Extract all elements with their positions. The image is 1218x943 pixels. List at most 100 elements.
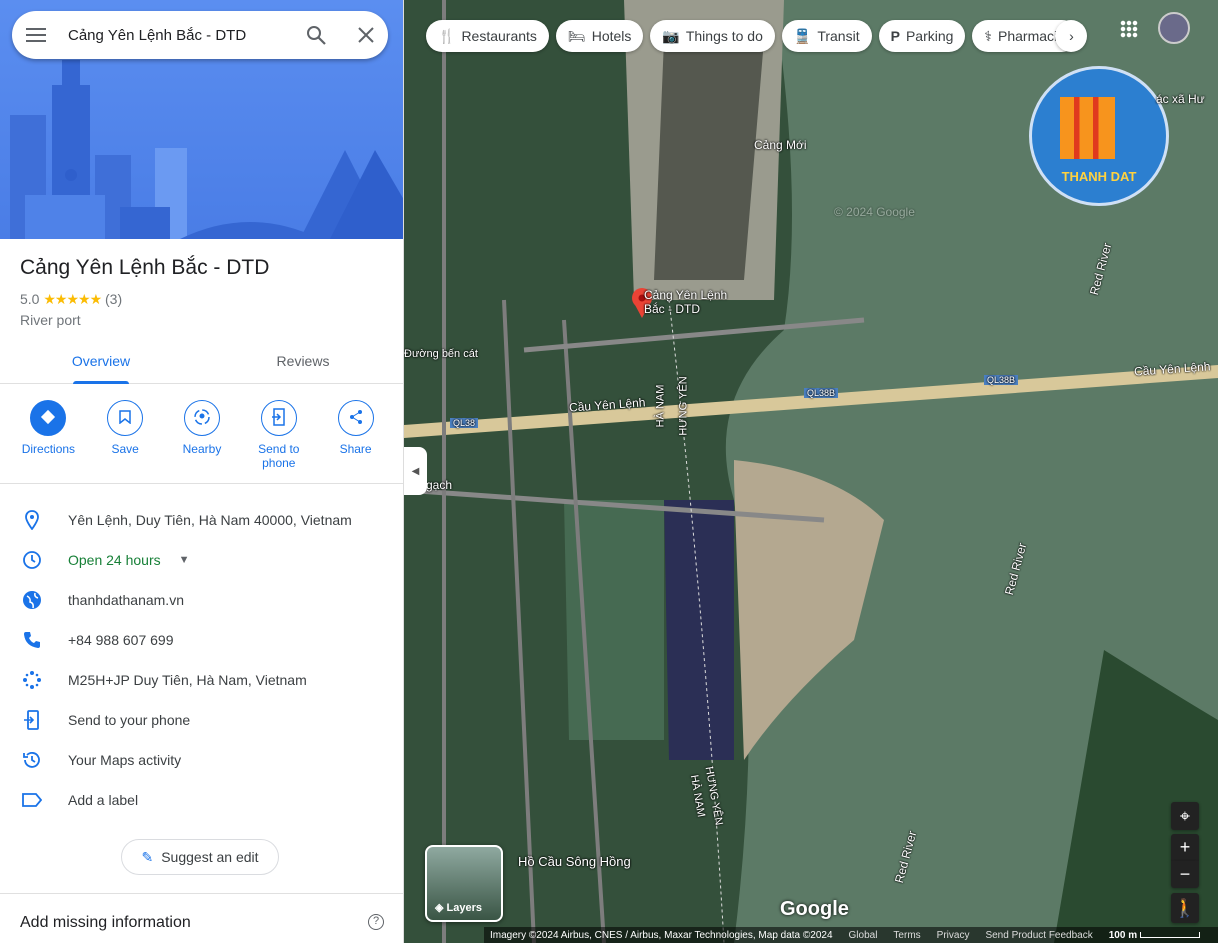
rating-row[interactable]: 5.0 ★★★★★ (3) — [20, 291, 122, 308]
send-to-phone-icon — [20, 710, 44, 730]
send-to-phone-button[interactable]: Send to phone — [244, 400, 314, 483]
category-chips: 🍴 Restaurants 🛏 Hotels 📷 Things to do 🚆 Tran… — [426, 20, 1088, 52]
pencil-icon: ✎ — [141, 848, 154, 865]
place-tabs: Overview Reviews — [0, 340, 403, 384]
layers-button[interactable]: ◈ Layers — [425, 845, 503, 922]
share-label: Share — [339, 442, 372, 456]
phone-icon — [20, 631, 44, 649]
website-link[interactable]: thanhdathanam.vn — [68, 592, 184, 608]
phone-text: +84 988 607 699 — [68, 632, 174, 648]
chip-label: Parking — [905, 28, 954, 44]
address-row[interactable]: Yên Lệnh, Duy Tiên, Hà Nam 40000, Vietna… — [0, 500, 403, 540]
map-label-xa: ác xã Hư — [1156, 92, 1205, 106]
search-input[interactable]: Cảng Yên Lệnh Bắc - DTD — [68, 27, 306, 44]
feedback-link[interactable]: Send Product Feedback — [985, 930, 1092, 941]
globe-icon — [20, 590, 44, 610]
action-buttons: Directions Save Nearby Send to phone Sha… — [0, 400, 403, 484]
send-phone-row[interactable]: Send to your phone — [0, 700, 403, 740]
map-label-ha-nam: HÀ NAM — [654, 384, 667, 428]
scale-bar[interactable]: 100 m — [1109, 930, 1200, 941]
place-label[interactable]: Cảng Yên Lệnh Bắc - DTD — [644, 288, 744, 316]
bookmark-icon — [119, 409, 131, 427]
hours-row[interactable]: Open 24 hours ▼ — [0, 540, 403, 580]
maps-activity-row[interactable]: Your Maps activity — [0, 740, 403, 780]
search-icon[interactable] — [306, 25, 326, 45]
search-box[interactable]: Cảng Yên Lệnh Bắc - DTD — [12, 11, 388, 59]
menu-icon[interactable] — [26, 27, 46, 43]
info-list: Yên Lệnh, Duy Tiên, Hà Nam 40000, Vietna… — [0, 500, 403, 820]
tab-reviews[interactable]: Reviews — [202, 340, 403, 383]
star-icons: ★★★★★ — [43, 291, 102, 307]
chip-label: Hotels — [591, 28, 632, 44]
nearby-button[interactable]: Nearby — [167, 400, 237, 483]
pegman-icon[interactable]: 🚶 — [1171, 893, 1199, 923]
map-label-hung-yen: HƯNG YÊN — [677, 376, 690, 436]
chip-parking[interactable]: P Parking — [878, 20, 966, 52]
scale-label: 100 m — [1108, 929, 1138, 941]
add-missing-info[interactable]: Add missing information? — [0, 893, 403, 943]
save-label: Save — [111, 442, 139, 456]
layers-label: Layers — [446, 902, 483, 914]
chevron-down-icon[interactable]: ▼ — [179, 554, 190, 566]
directions-icon — [40, 409, 56, 428]
pharmacy-icon: ⚕ — [984, 27, 992, 44]
my-location-button[interactable]: ⌖ — [1171, 802, 1199, 830]
directions-button[interactable]: Directions — [13, 400, 83, 483]
tab-overview[interactable]: Overview — [0, 340, 202, 384]
clock-icon — [20, 550, 44, 570]
plus-code-row[interactable]: M25H+JP Duy Tiên, Hà Nam, Vietnam — [0, 660, 403, 700]
parking-icon: P — [890, 28, 900, 44]
terms-link[interactable]: Terms — [893, 930, 920, 941]
help-icon[interactable]: ? — [368, 914, 384, 930]
directions-label: Directions — [21, 442, 76, 456]
map-label-lake[interactable]: Hồ Cầu Sông Hồng — [518, 854, 631, 869]
chip-things-to-do[interactable]: 📷 Things to do — [650, 20, 775, 52]
place-category[interactable]: River port — [20, 312, 81, 328]
zoom-out-button[interactable]: − — [1171, 861, 1199, 888]
map-label-road: Đường bến cát — [404, 348, 478, 360]
chip-label: Transit — [817, 28, 860, 44]
send-to-phone-label: Send to phone — [258, 442, 300, 470]
global-link[interactable]: Global — [849, 930, 878, 941]
apps-icon[interactable] — [1120, 20, 1138, 38]
add-label-text: Add a label — [68, 792, 139, 808]
layers-icon: ◈ — [435, 902, 444, 914]
map-canvas[interactable]: 🍴 Restaurants 🛏 Hotels 📷 Things to do 🚆 Tran… — [404, 0, 1218, 943]
avatar[interactable] — [1158, 12, 1190, 44]
google-logo: Google — [780, 898, 849, 920]
chip-label: Things to do — [685, 28, 763, 44]
chip-transit[interactable]: 🚆 Transit — [781, 20, 872, 52]
hotel-icon: 🛏 — [567, 27, 586, 44]
chips-next-button[interactable]: › — [1055, 20, 1088, 52]
phone-row[interactable]: +84 988 607 699 — [0, 620, 403, 660]
collapse-panel-button[interactable]: ◀ — [404, 447, 427, 495]
logo-text: THANH DAT — [1061, 169, 1137, 184]
share-icon — [348, 409, 364, 428]
train-icon: 🚆 — [793, 27, 812, 44]
chip-restaurants[interactable]: 🍴 Restaurants — [426, 20, 549, 52]
website-row[interactable]: thanhdathanam.vn — [0, 580, 403, 620]
camera-icon: 📷 — [662, 27, 680, 44]
history-icon — [20, 750, 44, 770]
address-text: Yên Lệnh, Duy Tiên, Hà Nam 40000, Vietna… — [68, 512, 352, 528]
nearby-label: Nearby — [182, 442, 222, 456]
privacy-link[interactable]: Privacy — [937, 930, 970, 941]
location-pin-icon — [20, 510, 44, 530]
add-label-row[interactable]: Add a label — [0, 780, 403, 820]
plus-code-icon — [20, 670, 44, 690]
road-shield-ql38: QL38 — [450, 418, 479, 428]
map-label-cang-moi[interactable]: Cảng Mới — [754, 138, 807, 152]
review-count[interactable]: (3) — [105, 291, 122, 307]
zoom-in-button[interactable]: + — [1171, 834, 1199, 861]
chevron-right-icon: › — [1069, 28, 1074, 44]
thanh-dat-logo: THANH DAT — [1029, 66, 1169, 206]
save-button[interactable]: Save — [90, 400, 160, 483]
chip-hotels[interactable]: 🛏 Hotels — [555, 20, 644, 52]
map-footer: Imagery ©2024 Airbus, CNES / Airbus, Max… — [484, 927, 1218, 943]
share-button[interactable]: Share — [321, 400, 391, 483]
suggest-edit-label: Suggest an edit — [161, 849, 259, 865]
suggest-edit-button[interactable]: ✎ Suggest an edit — [121, 839, 279, 875]
rating-value: 5.0 — [20, 291, 40, 307]
place-title: Cảng Yên Lệnh Bắc - DTD — [20, 256, 270, 279]
close-icon[interactable] — [358, 27, 374, 43]
